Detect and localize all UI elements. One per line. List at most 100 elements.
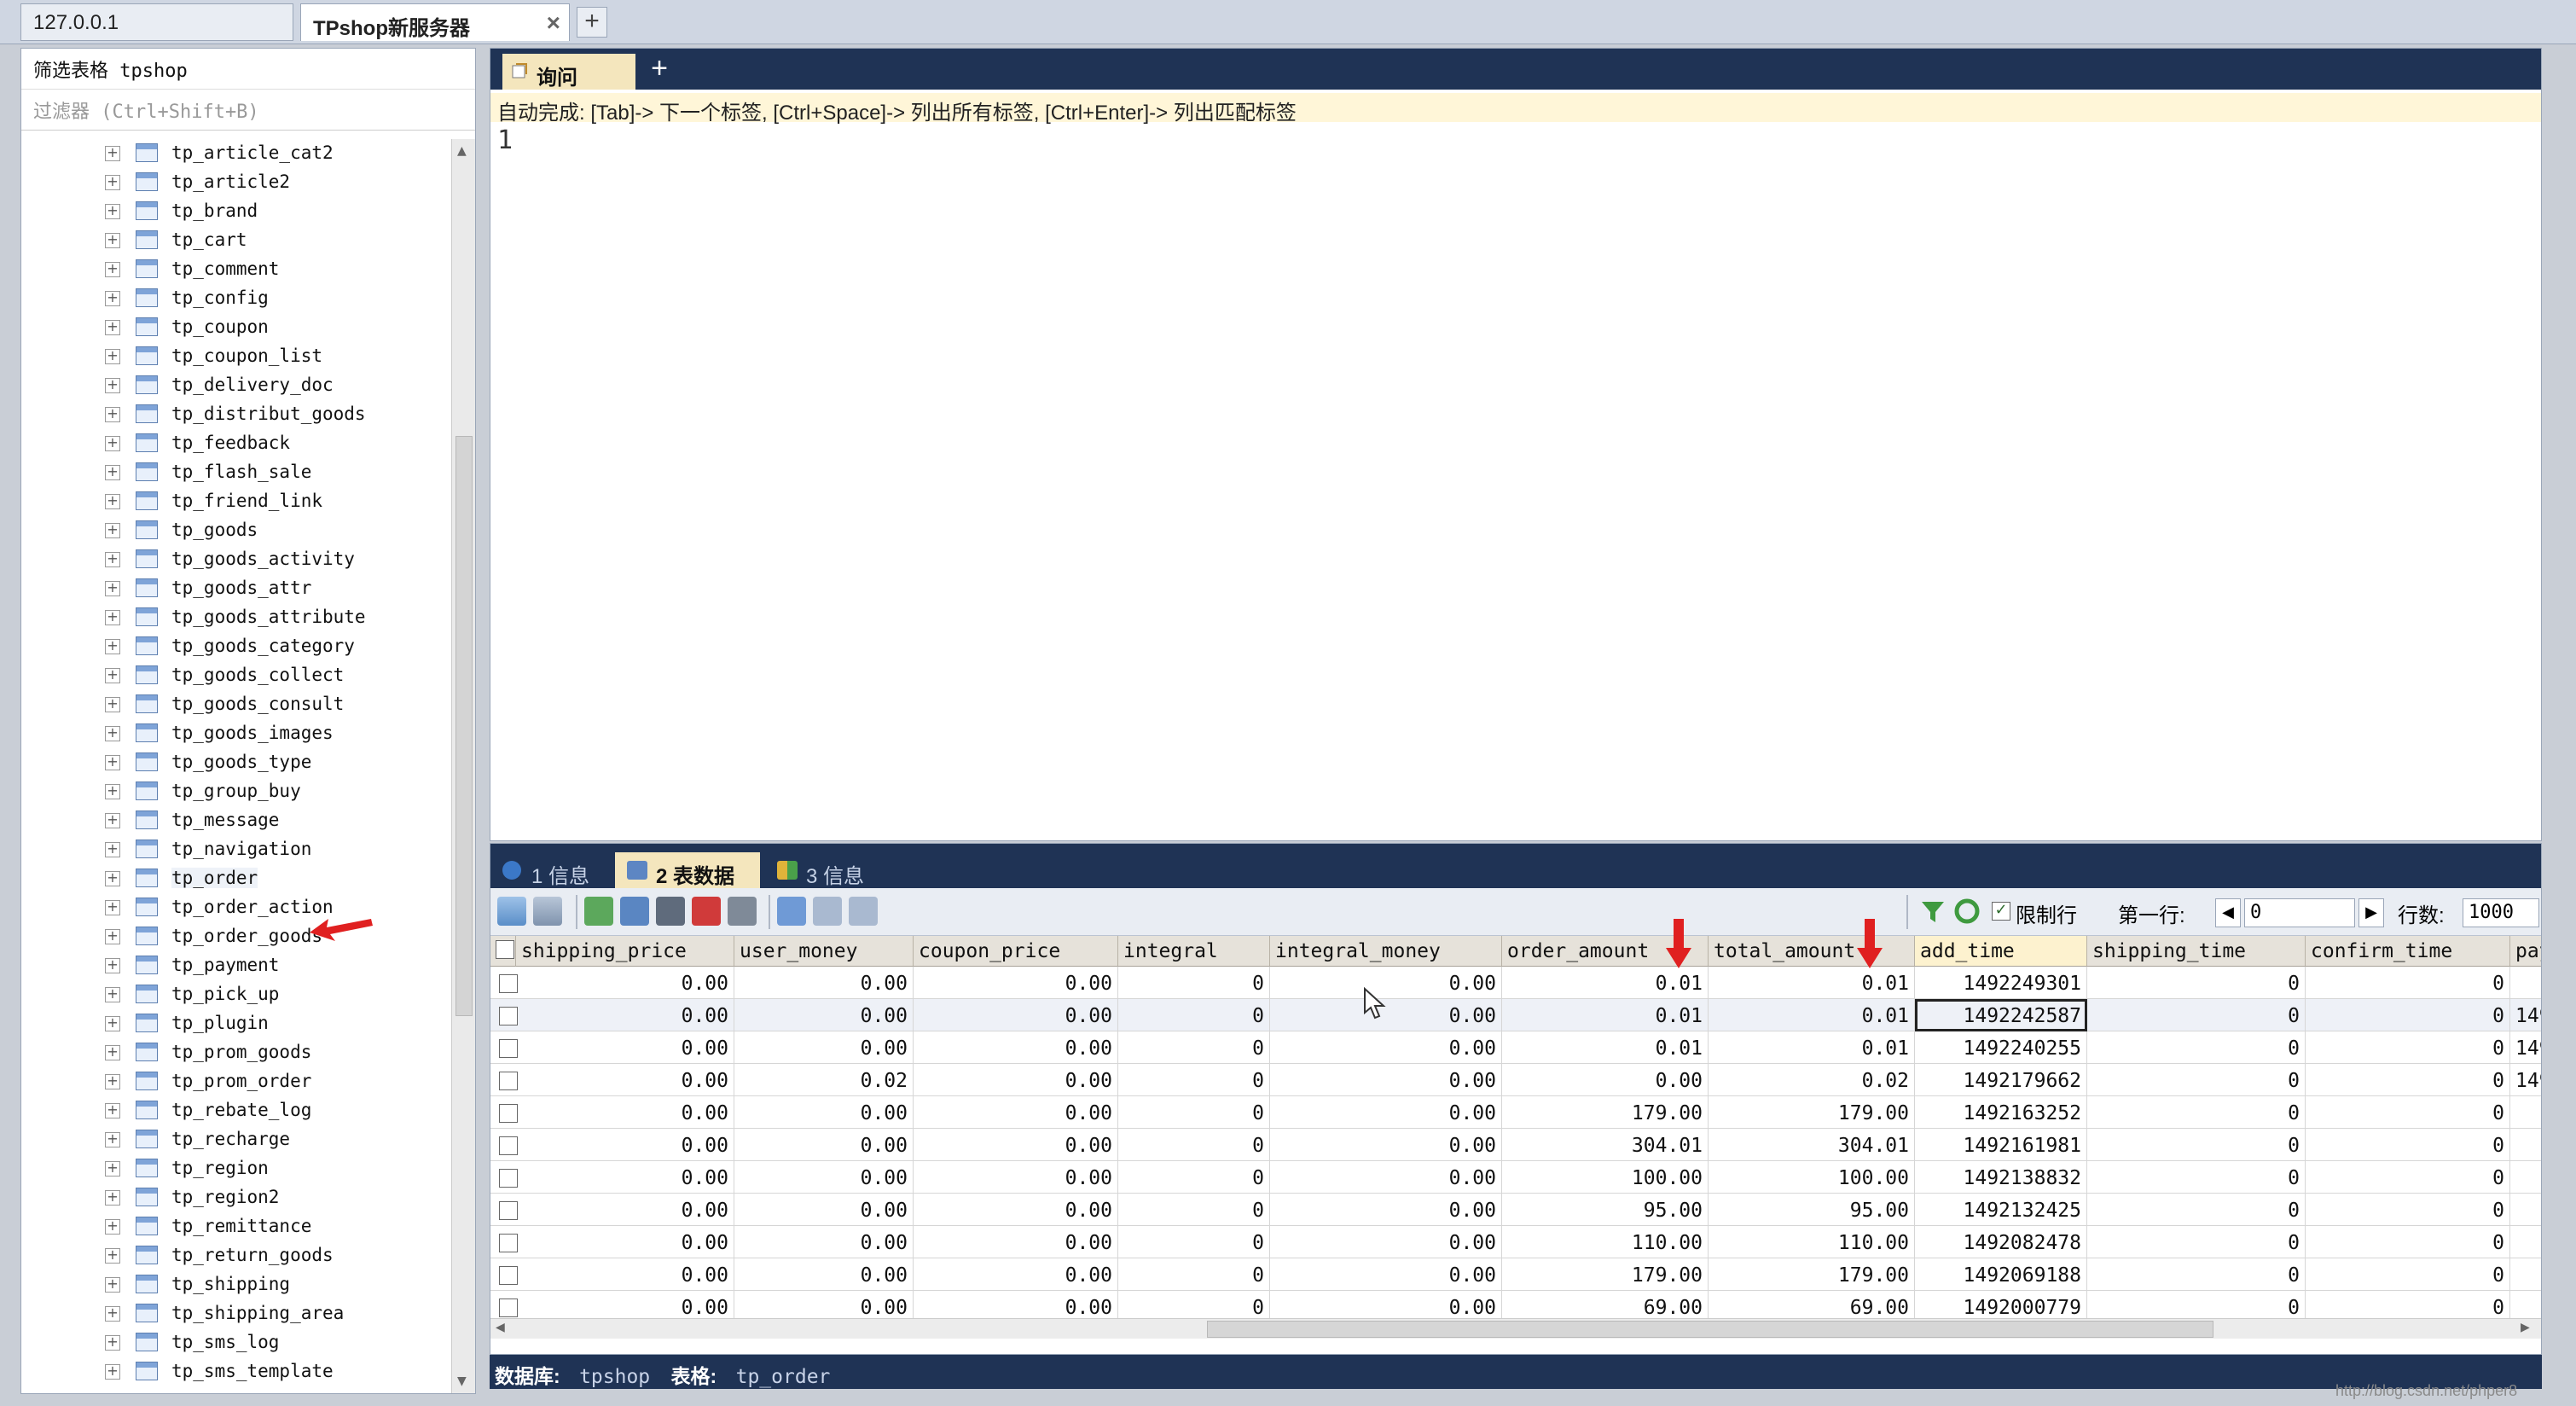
connection-tab-localhost[interactable]: 127.0.0.1 (20, 3, 293, 41)
tree-item-table[interactable]: + tp_comment (21, 255, 448, 284)
table-row[interactable]: 0.000.020.0000.000.000.02149217966200149 (490, 1064, 2541, 1096)
column-header[interactable]: confirm_time (2306, 936, 2510, 967)
table-cell[interactable]: 0.00 (516, 1096, 734, 1129)
tree-item-table[interactable]: + tp_shipping (21, 1270, 448, 1299)
table-cell[interactable]: 0.00 (914, 1096, 1118, 1129)
expand-icon[interactable]: + (105, 929, 120, 944)
table-cell[interactable]: 0.00 (914, 1194, 1118, 1226)
expand-icon[interactable]: + (105, 436, 120, 451)
expand-icon[interactable]: + (105, 784, 120, 799)
table-cell[interactable]: 0 (1118, 1096, 1270, 1129)
table-cell[interactable]: 0 (2087, 1226, 2306, 1258)
table-cell[interactable]: 149 (2510, 1064, 2541, 1096)
tree-item-table[interactable]: + tp_delivery_doc (21, 371, 448, 400)
table-cell[interactable]: 0.00 (734, 1194, 914, 1226)
reset-filter-icon[interactable] (1952, 897, 1981, 926)
expand-icon[interactable]: + (105, 146, 120, 161)
expand-icon[interactable]: + (105, 1103, 120, 1118)
expand-icon[interactable]: + (105, 1248, 120, 1264)
table-cell[interactable]: 0.00 (734, 1129, 914, 1161)
column-header[interactable]: coupon_price (914, 936, 1118, 967)
tree-item-table[interactable]: + tp_pick_up (21, 980, 448, 1009)
expand-icon[interactable]: + (105, 726, 120, 741)
sql-text-area[interactable] (533, 125, 2529, 825)
table-cell[interactable]: 0.01 (1709, 1031, 1915, 1064)
form-view-icon[interactable] (813, 897, 842, 926)
scroll-left-icon[interactable]: ◀ (496, 1321, 505, 1334)
tree-item-table[interactable]: + tp_group_buy (21, 777, 448, 806)
insert-row-icon[interactable] (584, 897, 613, 926)
tab-table-data[interactable]: 2 表数据 (615, 852, 760, 888)
table-cell[interactable]: 0 (2087, 1258, 2306, 1291)
row-checkbox[interactable] (499, 1201, 518, 1220)
tree-item-table[interactable]: + tp_order_goods (21, 922, 448, 951)
tree-item-table[interactable]: + tp_flash_sale (21, 458, 448, 487)
table-cell[interactable]: 0.00 (1270, 1161, 1502, 1194)
save-icon[interactable] (656, 897, 685, 926)
table-cell[interactable] (2510, 1291, 2541, 1318)
expand-icon[interactable]: + (105, 1335, 120, 1351)
expand-icon[interactable]: + (105, 1016, 120, 1031)
expand-icon[interactable]: + (105, 320, 120, 335)
table-cell[interactable]: 304.01 (1709, 1129, 1915, 1161)
table-cell[interactable]: 0 (2306, 1064, 2510, 1096)
table-cell[interactable]: 0 (2087, 1291, 2306, 1318)
expand-icon[interactable]: + (105, 697, 120, 712)
table-cell[interactable]: 304.01 (1502, 1129, 1709, 1161)
grid-view-icon[interactable] (777, 897, 806, 926)
table-row[interactable]: 0.00 0.00 0.00 0 0.00 304.01 304.01 1492161981 0… (490, 1129, 2541, 1161)
tree-item-table[interactable]: + tp_plugin (21, 1009, 448, 1038)
export-dropdown-icon[interactable] (533, 897, 562, 926)
expand-icon[interactable]: + (105, 465, 120, 480)
table-cell[interactable]: 0.00 (516, 1031, 734, 1064)
table-cell[interactable]: 0 (1118, 999, 1270, 1031)
tree-item-table[interactable]: + tp_recharge (21, 1125, 448, 1154)
table-cell[interactable]: 179.00 (1709, 1096, 1915, 1129)
expand-icon[interactable]: + (105, 552, 120, 567)
table-cell[interactable]: 0 (2306, 1291, 2510, 1318)
expand-icon[interactable]: + (105, 175, 120, 190)
table-cell[interactable]: 179.00 (1502, 1258, 1709, 1291)
tree-item-table[interactable]: + tp_feedback (21, 429, 448, 458)
row-checkbox[interactable] (499, 1007, 518, 1025)
table-cell[interactable] (2510, 1129, 2541, 1161)
table-cell[interactable]: 0.00 (1270, 1064, 1502, 1096)
expand-icon[interactable]: + (105, 233, 120, 248)
close-tab-icon[interactable]: × (547, 9, 560, 37)
table-cell[interactable]: 0.00 (1270, 1031, 1502, 1064)
table-cell[interactable]: 0 (1118, 1194, 1270, 1226)
duplicate-row-icon[interactable] (620, 897, 649, 926)
table-cell[interactable]: 0 (2306, 967, 2510, 999)
expand-icon[interactable]: + (105, 610, 120, 625)
expand-icon[interactable]: + (105, 1045, 120, 1060)
row-checkbox[interactable] (499, 1072, 518, 1090)
expand-icon[interactable]: + (105, 1277, 120, 1293)
table-cell[interactable]: 149 (2510, 1031, 2541, 1064)
table-cell[interactable]: 0.01 (1709, 967, 1915, 999)
table-cell[interactable]: 0 (2306, 1258, 2510, 1291)
table-cell[interactable]: 0 (2306, 999, 2510, 1031)
expand-icon[interactable]: + (105, 1190, 120, 1206)
table-row[interactable]: 0.00 0.00 0.00 0 0.00 179.00 179.00 1492163252 0… (490, 1096, 2541, 1129)
table-cell[interactable]: 0 (2087, 999, 2306, 1031)
tree-item-table[interactable]: + tp_article_cat2 (21, 139, 448, 168)
expand-icon[interactable]: + (105, 407, 120, 422)
tree-item-table[interactable]: + tp_goods_activity (21, 545, 448, 574)
row-checkbox[interactable] (499, 1136, 518, 1155)
row-checkbox[interactable] (499, 1266, 518, 1285)
scrollbar-thumb[interactable] (1207, 1321, 2213, 1338)
table-cell[interactable]: 0.02 (734, 1064, 914, 1096)
expand-icon[interactable]: + (105, 1306, 120, 1322)
tree-item-table[interactable]: + tp_shipping_area (21, 1299, 448, 1328)
next-page-icon[interactable]: ▶ (2358, 898, 2384, 927)
table-cell[interactable]: 0.02 (1709, 1064, 1915, 1096)
table-cell[interactable]: 0 (1118, 1291, 1270, 1318)
table-cell[interactable]: 0 (2306, 1031, 2510, 1064)
tree-item-table[interactable]: + tp_region2 (21, 1183, 448, 1212)
expand-icon[interactable]: + (105, 291, 120, 306)
limit-rows-checkbox[interactable]: ✓ (1992, 902, 2010, 921)
table-cell[interactable]: 0 (2087, 1129, 2306, 1161)
text-view-icon[interactable] (849, 897, 878, 926)
table-cell[interactable]: 0.01 (1502, 1031, 1709, 1064)
add-query-tab-button[interactable]: + (644, 54, 675, 84)
